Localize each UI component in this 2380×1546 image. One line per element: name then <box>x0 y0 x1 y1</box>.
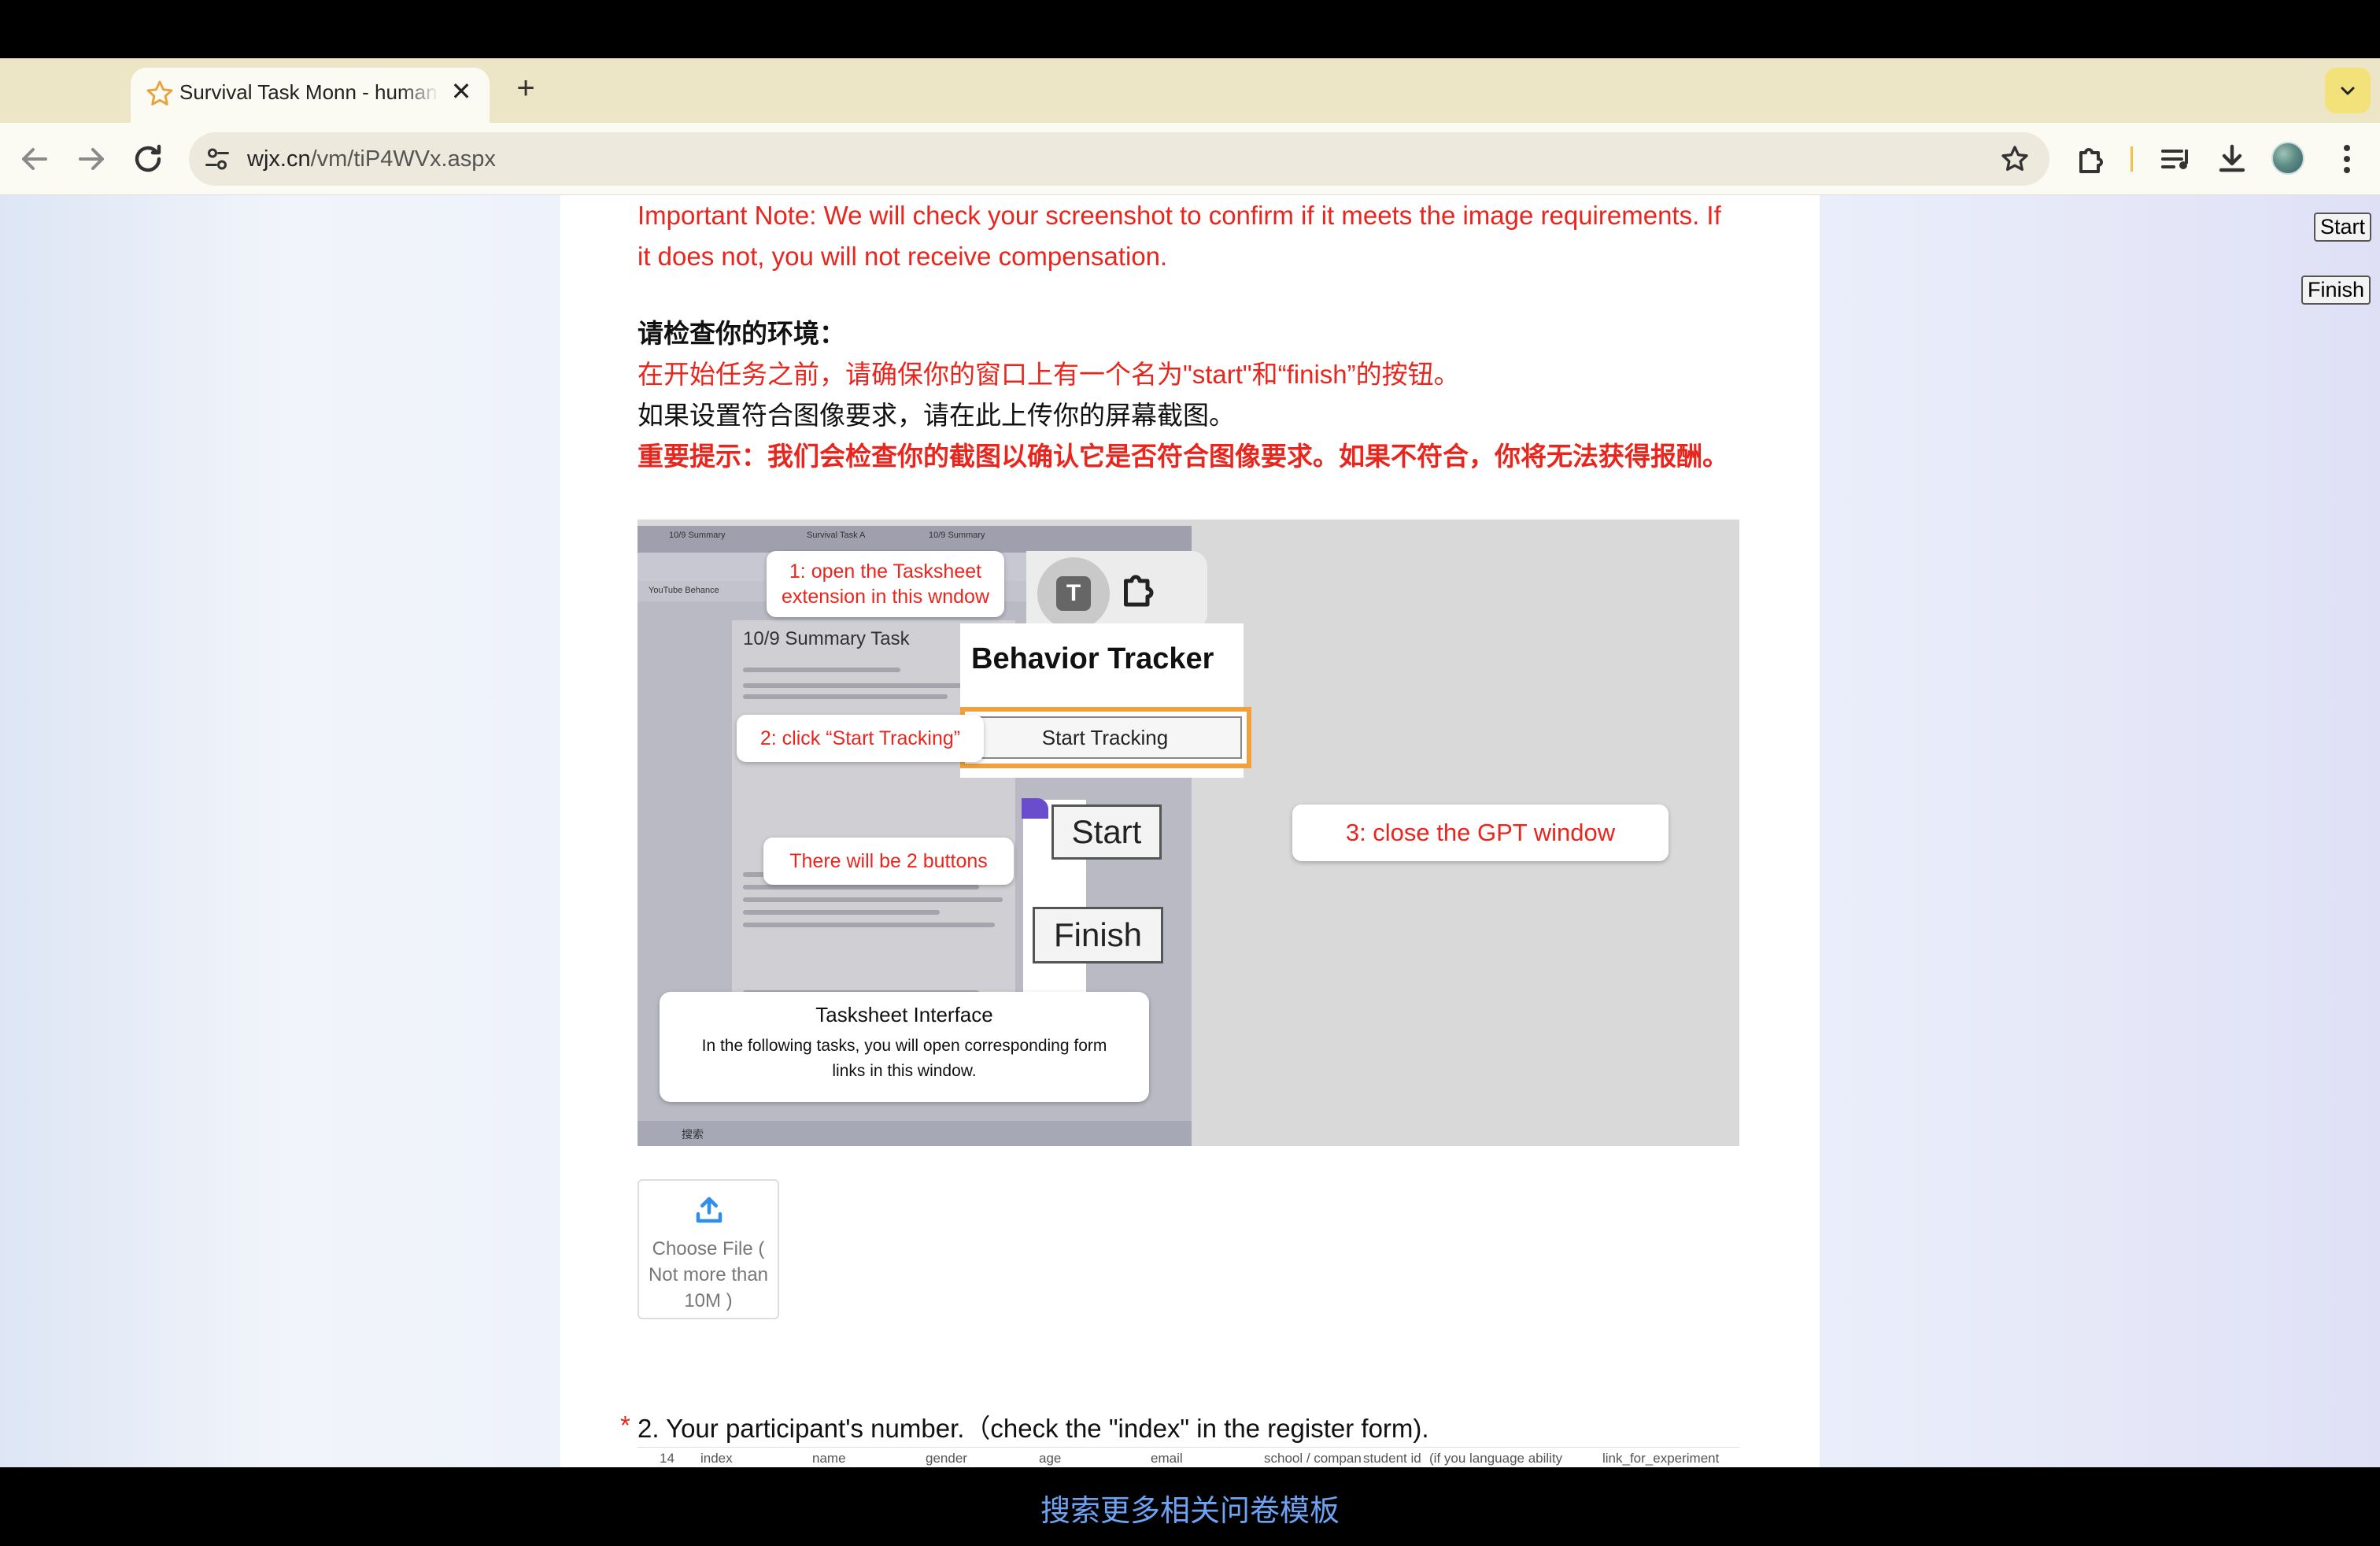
tasksheet-interface-box: Tasksheet Interface In the following tas… <box>660 992 1149 1102</box>
menu-kebab-icon[interactable] <box>2328 140 2366 178</box>
mock-finish-button: Finish <box>1033 907 1163 963</box>
finish-button[interactable]: Finish <box>2301 276 2371 305</box>
template-search-footer[interactable]: 搜索更多相关问卷模板 <box>0 1467 2380 1546</box>
mock-tab-label: 10/9 Summary <box>669 531 726 540</box>
address-bar[interactable]: wjx.cn/vm/tiP4WVx.aspx <box>189 132 2049 186</box>
step3-callout: 3: close the GPT window <box>1292 804 1669 861</box>
question-2-title: 2. Your participant's number.（check the … <box>638 1414 1429 1443</box>
bookmark-star-icon[interactable] <box>1999 143 2031 175</box>
register-form-image: 14 index name gender age email school / … <box>638 1447 1739 1467</box>
browser-tab[interactable]: Survival Task Monn - human a ✕ <box>131 68 490 123</box>
browser-tab-strip: Survival Task Monn - human a ✕ + <box>0 58 2380 123</box>
mock-taskbar: 搜索 <box>638 1121 1192 1146</box>
web-page: Important Note: We will check your scree… <box>0 195 2380 1467</box>
screen-top-bar <box>0 0 2380 58</box>
environment-instruction: 在开始任务之前，请确保你的窗口上有一个名为"start"和“finish”的按钮… <box>638 360 1460 389</box>
toolbar-separator <box>2131 146 2133 172</box>
chevron-down-icon <box>2341 87 2355 95</box>
step2-callout: 2: click “Start Tracking” <box>737 715 984 762</box>
mock-tab-label: 10/9 Summary <box>929 531 985 540</box>
important-note-cn: 重要提示：我们会检查你的截图以确认它是否符合图像要求。如果不符合，你将无法获得报… <box>638 442 1728 471</box>
tab-search-button[interactable] <box>2325 68 2371 113</box>
behavior-tracker-title: Behavior Tracker <box>971 642 1214 675</box>
puzzle-icon <box>1124 575 1154 607</box>
mock-start-button: Start <box>1051 804 1162 860</box>
choose-file-button[interactable]: Choose File ( Not more than 10M ) <box>638 1179 779 1319</box>
two-buttons-callout: There will be 2 buttons <box>763 838 1014 885</box>
reload-icon[interactable] <box>129 140 167 178</box>
upload-icon <box>696 1196 722 1223</box>
browser-toolbar: wjx.cn/vm/tiP4WVx.aspx <box>0 123 2380 195</box>
mock-taskbar-search: 搜索 <box>682 1128 704 1141</box>
download-icon[interactable] <box>2213 140 2251 178</box>
required-marker: * <box>620 1411 630 1440</box>
new-tab-button[interactable]: + <box>507 69 545 107</box>
upload-instruction: 如果设置符合图像要求，请在此上传你的屏幕截图。 <box>638 401 1235 430</box>
site-settings-icon[interactable] <box>203 145 231 173</box>
choose-file-label: Choose File ( Not more than 10M ) <box>648 1238 769 1311</box>
taskbar-extension-icon: T <box>1037 557 1110 630</box>
important-note-en: Important Note: We will check your scree… <box>638 201 1721 271</box>
start-button[interactable]: Start <box>2314 213 2372 242</box>
tasksheet-description: In the following tasks, you will open co… <box>701 1037 1107 1080</box>
extensions-puzzle-icon[interactable] <box>2073 140 2111 178</box>
profile-avatar[interactable] <box>2271 142 2304 175</box>
forward-icon[interactable] <box>72 140 110 178</box>
mock-doc-title: 10/9 Summary Task <box>743 628 910 649</box>
start-tracking-mock: Start Tracking <box>960 707 1251 768</box>
tab-title: Survival Task Monn - human a <box>179 80 439 104</box>
star-icon <box>146 80 173 105</box>
url-text: wjx.cn/vm/tiP4WVx.aspx <box>247 146 496 172</box>
step1-callout: 1: open the Tasksheet extension in this … <box>767 551 1004 617</box>
back-icon[interactable] <box>16 140 54 178</box>
mock-tab-strip: 10/9 Summary Survival Task A 10/9 Summar… <box>638 526 1192 553</box>
mock-tab-label: Survival Task A <box>807 531 866 540</box>
footer-link[interactable]: 搜索更多相关问卷模板 <box>1040 1486 1340 1529</box>
media-queue-icon[interactable] <box>2156 140 2194 178</box>
close-tab-icon[interactable]: ✕ <box>445 76 477 107</box>
tasksheet-title: Tasksheet Interface <box>815 1003 993 1026</box>
mock-purple-tab <box>1022 798 1048 819</box>
environment-heading: 请检查你的环境： <box>638 319 845 348</box>
instruction-image: 10/9 Summary Survival Task A 10/9 Summar… <box>638 520 1739 1146</box>
